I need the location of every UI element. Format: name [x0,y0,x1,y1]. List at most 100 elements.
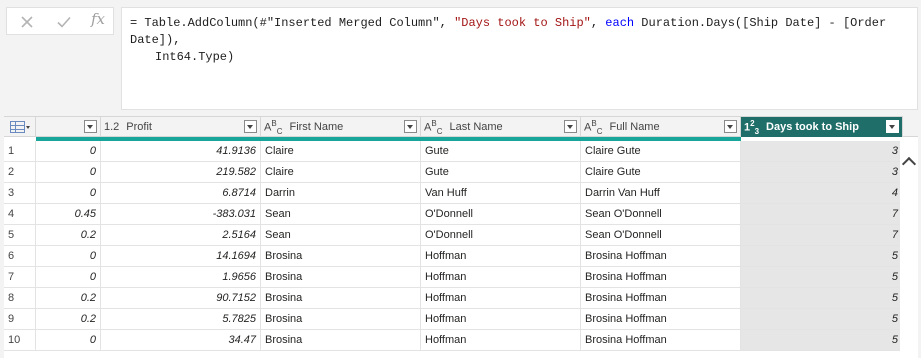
full-name-cell[interactable]: Brosina Hoffman [581,330,741,351]
row-number[interactable]: 6 [4,246,36,267]
table-row[interactable]: 3 0 6.8714 Darrin Van Huff Darrin Van Huff 4 [4,183,918,204]
last-name-cell[interactable]: O'Donnell [421,204,581,225]
table-row[interactable]: 9 0.2 5.7825 Brosina Hoffman Brosina Hoffman 5 [4,309,918,330]
profit-cell[interactable]: 6.8714 [101,183,261,204]
column-header-full-name[interactable]: ABC Full Name [581,116,741,137]
first-name-cell[interactable]: Sean [261,204,421,225]
last-name-cell[interactable]: Hoffman [421,288,581,309]
column-header-discount[interactable] [36,116,101,137]
row-number[interactable]: 5 [4,225,36,246]
column-header-days-took-to-ship[interactable]: 123 Days took to Ship [741,116,903,137]
table-menu-button[interactable] [4,116,36,137]
first-name-cell[interactable]: Claire [261,141,421,162]
first-name-cell[interactable]: Sean [261,225,421,246]
full-name-cell[interactable]: Sean O'Donnell [581,204,741,225]
discount-cell[interactable]: 0 [36,267,101,288]
days-took-to-ship-cell[interactable]: 5 [741,246,903,267]
profit-cell[interactable]: 2.5164 [101,225,261,246]
full-name-cell[interactable]: Brosina Hoffman [581,267,741,288]
row-number[interactable]: 8 [4,288,36,309]
table-row[interactable]: 5 0.2 2.5164 Sean O'Donnell Sean O'Donnell 7 [4,225,918,246]
commit-check-icon[interactable] [56,14,72,30]
discount-cell[interactable]: 0 [36,141,101,162]
column-header-profit[interactable]: 1.2 Profit [101,116,261,137]
filter-dropdown-icon[interactable] [404,120,417,133]
table-row[interactable]: 6 0 14.1694 Brosina Hoffman Brosina Hoffman 5 [4,246,918,267]
filter-dropdown-icon[interactable] [84,120,97,133]
table-row[interactable]: 10 0 34.47 Brosina Hoffman Brosina Hoffman 5 [4,330,918,351]
text-type-icon[interactable]: ABC [264,119,282,136]
first-name-cell[interactable]: Darrin [261,183,421,204]
last-name-cell[interactable]: Hoffman [421,246,581,267]
last-name-cell[interactable]: Gute [421,162,581,183]
last-name-cell[interactable]: Van Huff [421,183,581,204]
column-header-last-name[interactable]: ABC Last Name [421,116,581,137]
profit-cell[interactable]: -383.031 [101,204,261,225]
full-name-cell[interactable]: Brosina Hoffman [581,309,741,330]
days-took-to-ship-cell[interactable]: 3 [741,141,903,162]
last-name-cell[interactable]: Hoffman [421,267,581,288]
last-name-cell[interactable]: Hoffman [421,309,581,330]
first-name-cell[interactable]: Brosina [261,288,421,309]
discount-cell[interactable]: 0 [36,162,101,183]
discount-cell[interactable]: 0 [36,246,101,267]
first-name-cell[interactable]: Claire [261,162,421,183]
days-took-to-ship-cell[interactable]: 5 [741,309,903,330]
column-header-first-name[interactable]: ABC First Name [261,116,421,137]
days-took-to-ship-cell[interactable]: 4 [741,183,903,204]
row-number[interactable]: 4 [4,204,36,225]
first-name-cell[interactable]: Brosina [261,309,421,330]
text-type-icon[interactable]: ABC [424,119,442,136]
days-took-to-ship-cell[interactable]: 3 [741,162,903,183]
table-row[interactable]: 7 0 1.9656 Brosina Hoffman Brosina Hoffman 5 [4,267,918,288]
days-took-to-ship-cell[interactable]: 7 [741,225,903,246]
row-number[interactable]: 2 [4,162,36,183]
profit-cell[interactable]: 5.7825 [101,309,261,330]
row-number[interactable]: 9 [4,309,36,330]
last-name-cell[interactable]: Hoffman [421,330,581,351]
last-name-cell[interactable]: Gute [421,141,581,162]
row-number[interactable]: 1 [4,141,36,162]
profit-cell[interactable]: 41.9136 [101,141,261,162]
profit-cell[interactable]: 219.582 [101,162,261,183]
profit-cell[interactable]: 34.47 [101,330,261,351]
filter-dropdown-icon[interactable] [724,120,737,133]
text-type-icon[interactable]: ABC [584,119,602,136]
days-took-to-ship-cell[interactable]: 5 [741,288,903,309]
discount-cell[interactable]: 0.2 [36,288,101,309]
first-name-cell[interactable]: Brosina [261,330,421,351]
first-name-cell[interactable]: Brosina [261,246,421,267]
full-name-cell[interactable]: Sean O'Donnell [581,225,741,246]
scroll-up-chevron-icon[interactable] [901,156,917,172]
vertical-scrollbar[interactable] [900,137,918,358]
profit-cell[interactable]: 1.9656 [101,267,261,288]
full-name-cell[interactable]: Darrin Van Huff [581,183,741,204]
table-row[interactable]: 2 0 219.582 Claire Gute Claire Gute 3 [4,162,918,183]
table-row[interactable]: 4 0.45 -383.031 Sean O'Donnell Sean O'Donnell… [4,204,918,225]
whole-number-type-icon[interactable]: 123 [744,119,759,136]
filter-dropdown-icon[interactable] [564,120,577,133]
first-name-cell[interactable]: Brosina [261,267,421,288]
full-name-cell[interactable]: Claire Gute [581,162,741,183]
filter-dropdown-icon[interactable] [244,120,257,133]
row-number[interactable]: 10 [4,330,36,351]
full-name-cell[interactable]: Claire Gute [581,141,741,162]
profit-cell[interactable]: 14.1694 [101,246,261,267]
days-took-to-ship-cell[interactable]: 5 [741,267,903,288]
decimal-type-icon[interactable]: 1.2 [104,121,119,133]
full-name-cell[interactable]: Brosina Hoffman [581,246,741,267]
discount-cell[interactable]: 0 [36,330,101,351]
row-number[interactable]: 3 [4,183,36,204]
discount-cell[interactable]: 0.45 [36,204,101,225]
days-took-to-ship-cell[interactable]: 5 [741,330,903,351]
table-row[interactable]: 1 0 41.9136 Claire Gute Claire Gute 3 [4,141,918,162]
last-name-cell[interactable]: O'Donnell [421,225,581,246]
row-number[interactable]: 7 [4,267,36,288]
formula-editor[interactable]: = Table.AddColumn(#"Inserted Merged Colu… [121,7,918,110]
table-row[interactable]: 8 0.2 90.7152 Brosina Hoffman Brosina Hoffman… [4,288,918,309]
discount-cell[interactable]: 0.2 [36,225,101,246]
discount-cell[interactable]: 0 [36,183,101,204]
filter-dropdown-icon[interactable] [886,120,899,133]
full-name-cell[interactable]: Brosina Hoffman [581,288,741,309]
cancel-icon[interactable] [19,14,35,30]
